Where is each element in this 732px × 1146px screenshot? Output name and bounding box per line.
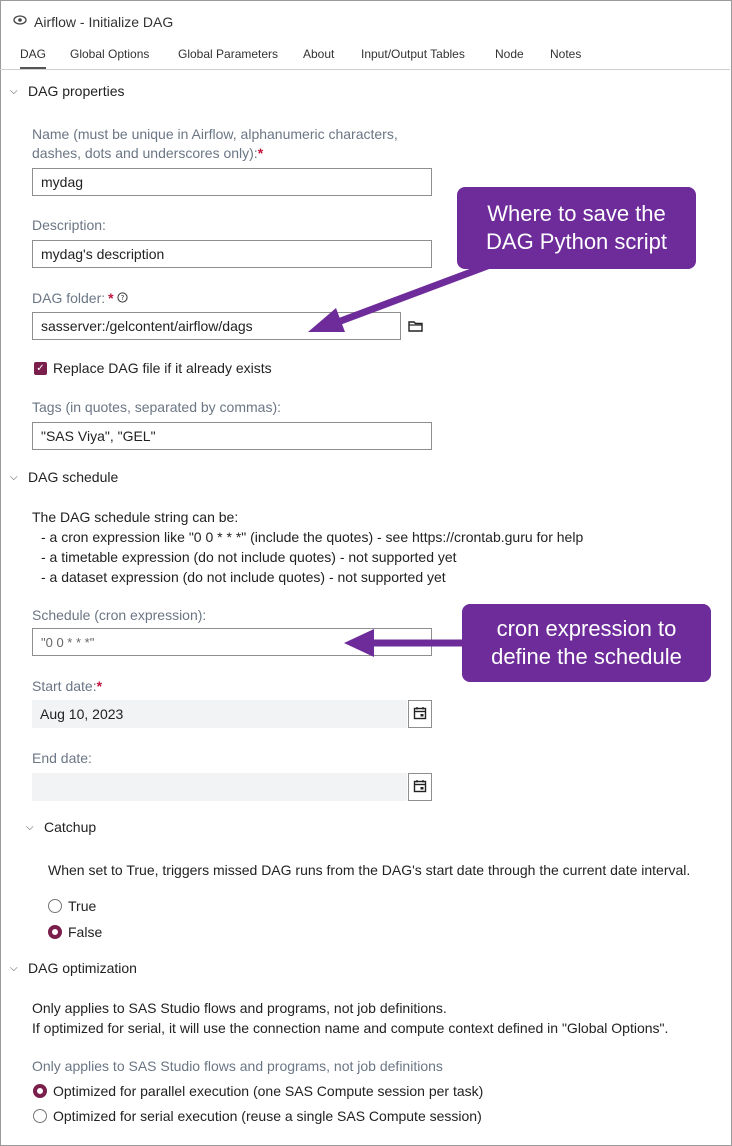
arrow-to-dag-folder [308, 261, 492, 332]
annotation-arrows [308, 261, 492, 657]
arrow-to-schedule [344, 629, 463, 657]
